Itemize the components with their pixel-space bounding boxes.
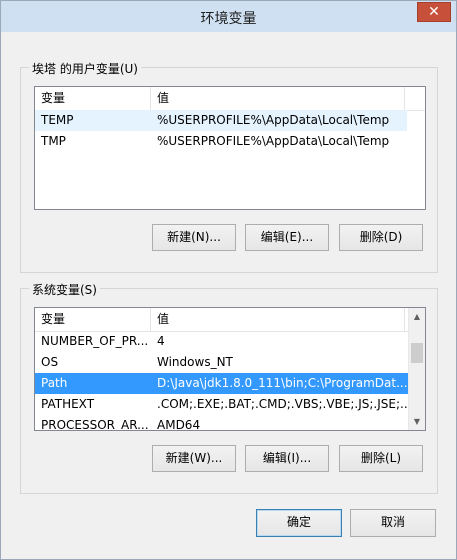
- user-variables-group: 埃塔 的用户变量(U) 变量 值 TEMP %USERPROFILE%\AppD…: [20, 60, 438, 273]
- variable-value: Windows_NT: [157, 355, 233, 369]
- variable-name: TMP: [41, 134, 66, 148]
- close-button[interactable]: ✕: [417, 2, 451, 22]
- scroll-up-arrow-icon[interactable]: ▲: [409, 308, 425, 325]
- ok-button[interactable]: 确定: [256, 509, 342, 537]
- variable-name: PROCESSOR_AR...: [41, 418, 149, 431]
- table-row[interactable]: TMP %USERPROFILE%\AppData\Local\Temp: [35, 131, 407, 152]
- vertical-scrollbar[interactable]: ▲ ▼: [408, 308, 425, 430]
- variable-value: 4: [157, 334, 165, 348]
- variable-name: OS: [41, 355, 59, 369]
- cancel-button[interactable]: 取消: [350, 509, 436, 537]
- column-header-variable[interactable]: 变量: [35, 308, 151, 331]
- dialog-body: 埃塔 的用户变量(U) 变量 值 TEMP %USERPROFILE%\AppD…: [8, 32, 449, 554]
- table-row-selected[interactable]: Path D:\Java\jdk1.8.0_111\bin;C:\Program…: [35, 373, 409, 394]
- system-list-header: 变量 值: [35, 308, 425, 332]
- variable-value: .COM;.EXE;.BAT;.CMD;.VBS;.VBE;.JS;.JSE;.…: [157, 397, 409, 411]
- environment-variables-dialog: 环境变量 ✕ 埃塔 的用户变量(U) 变量 值 TEMP %USERPROFIL…: [0, 0, 457, 560]
- system-new-button[interactable]: 新建(W)...: [152, 445, 236, 472]
- variable-name: PATHEXT: [41, 397, 95, 411]
- user-list-header: 变量 值: [35, 87, 425, 111]
- column-header-variable[interactable]: 变量: [35, 87, 151, 110]
- variable-value: %USERPROFILE%\AppData\Local\Temp: [157, 113, 390, 127]
- system-edit-button[interactable]: 编辑(I)...: [245, 445, 329, 472]
- table-row[interactable]: NUMBER_OF_PR... 4: [35, 331, 409, 352]
- user-variables-list[interactable]: 变量 值 TEMP %USERPROFILE%\AppData\Local\Te…: [34, 86, 426, 210]
- user-edit-button[interactable]: 编辑(E)...: [245, 224, 329, 251]
- table-row[interactable]: PATHEXT .COM;.EXE;.BAT;.CMD;.VBS;.VBE;.J…: [35, 394, 409, 415]
- system-delete-button[interactable]: 删除(L): [339, 445, 423, 472]
- user-new-button[interactable]: 新建(N)...: [152, 224, 236, 251]
- variable-name: TEMP: [41, 113, 74, 127]
- variable-value: AMD64: [157, 418, 201, 431]
- table-row[interactable]: OS Windows_NT: [35, 352, 409, 373]
- variable-name: Path: [41, 376, 68, 390]
- user-variables-legend: 埃塔 的用户变量(U): [29, 60, 141, 77]
- title-bar[interactable]: 环境变量 ✕: [1, 1, 456, 32]
- column-header-value[interactable]: 值: [151, 87, 405, 110]
- scroll-thumb[interactable]: [411, 343, 423, 363]
- table-row[interactable]: TEMP %USERPROFILE%\AppData\Local\Temp: [35, 110, 407, 131]
- system-variables-group: 系统变量(S) 变量 值 NUMBER_OF_PR... 4 OS Window…: [20, 281, 438, 494]
- variable-value: %USERPROFILE%\AppData\Local\Temp: [157, 134, 390, 148]
- system-variables-list[interactable]: 变量 值 NUMBER_OF_PR... 4 OS Windows_NT Pat…: [34, 307, 426, 431]
- table-row[interactable]: PROCESSOR_AR... AMD64: [35, 415, 409, 431]
- variable-value: D:\Java\jdk1.8.0_111\bin;C:\ProgramDat..…: [157, 376, 408, 390]
- column-header-value[interactable]: 值: [151, 308, 405, 331]
- window-title: 环境变量: [200, 11, 257, 27]
- scroll-down-arrow-icon[interactable]: ▼: [409, 413, 425, 430]
- variable-name: NUMBER_OF_PR...: [41, 334, 149, 348]
- user-delete-button[interactable]: 删除(D): [339, 224, 423, 251]
- system-variables-legend: 系统变量(S): [29, 281, 100, 298]
